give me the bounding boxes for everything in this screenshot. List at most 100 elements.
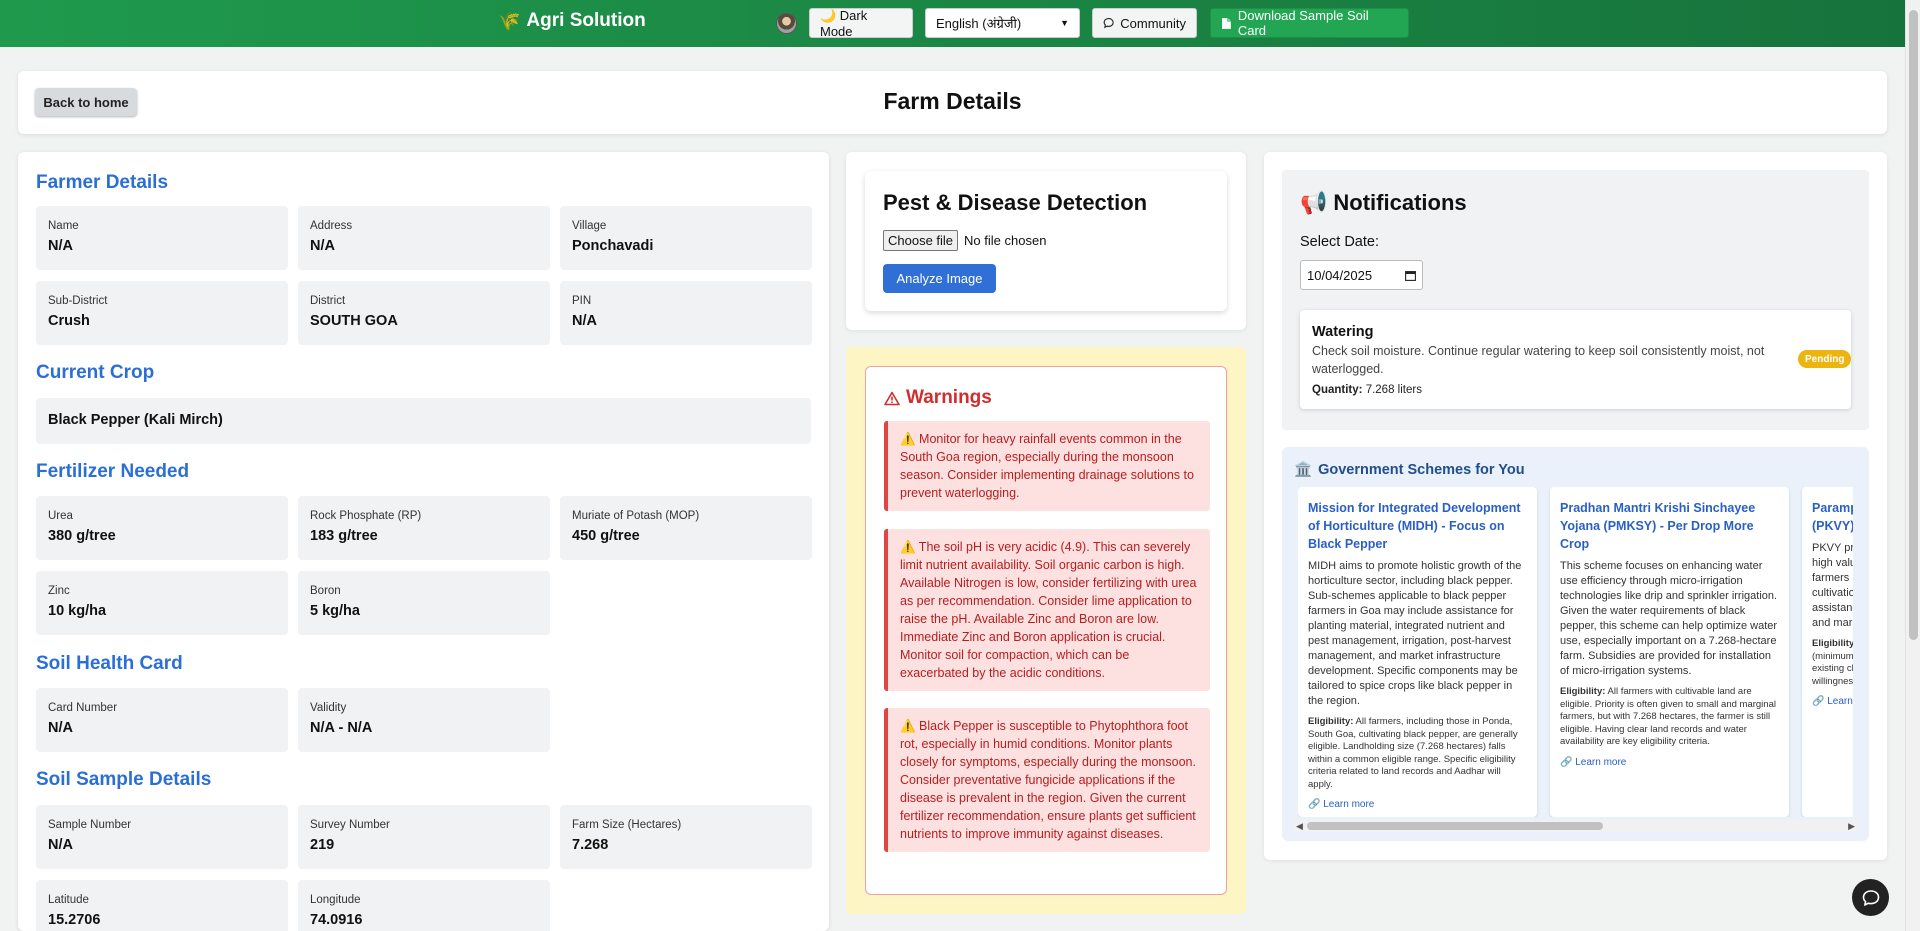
chat-bubble-icon bbox=[1103, 17, 1114, 29]
eligibility-label: Eligibility: bbox=[1308, 716, 1354, 727]
scheme-title: Paramparagat Krishi Vikas Yojana (PKVY) bbox=[1812, 501, 1853, 533]
task-title: Watering bbox=[1312, 324, 1374, 340]
language-value: English (अंग्रेजी) bbox=[936, 16, 1022, 31]
field-label: Longitude bbox=[310, 894, 361, 906]
brand[interactable]: 🌾 Agri Solution bbox=[498, 10, 646, 32]
field-validity: Validity N/A - N/A bbox=[298, 688, 550, 752]
field-zinc: Zinc 10 kg/ha bbox=[36, 571, 288, 635]
select-date-label: Select Date: bbox=[1300, 234, 1379, 250]
schemes-title: Government Schemes for You bbox=[1318, 461, 1525, 478]
scheme-card: Mission for Integrated Development of Ho… bbox=[1298, 487, 1537, 817]
field-value: N/A - N/A bbox=[310, 720, 373, 736]
megaphone-icon: 📢 bbox=[1300, 190, 1328, 215]
field-value: 10 kg/ha bbox=[48, 603, 107, 619]
vertical-scrollbar[interactable] bbox=[1905, 0, 1920, 931]
field-value: Crush bbox=[48, 313, 90, 329]
top-navbar: 🌾 Agri Solution 🌙 Dark Mode English (अंग… bbox=[0, 0, 1905, 47]
field-value: 219 bbox=[310, 837, 335, 853]
field-urea: Urea 380 g/tree bbox=[36, 496, 288, 560]
field-label: Latitude bbox=[48, 894, 89, 906]
warnings-panel: Warnings ⚠️ Monitor for heavy rainfall e… bbox=[846, 347, 1246, 914]
avatar[interactable] bbox=[776, 13, 797, 34]
warnings-card: Warnings ⚠️ Monitor for heavy rainfall e… bbox=[865, 366, 1227, 895]
scheme-description: MIDH aims to promote holistic growth of … bbox=[1308, 560, 1522, 707]
eligibility-label: Eligibility: bbox=[1560, 686, 1606, 697]
field-value: N/A bbox=[48, 837, 73, 853]
eligibility-text: All farmers, including those in Ponda, S… bbox=[1308, 716, 1518, 790]
field-sub-district: Sub-District Crush bbox=[36, 281, 288, 345]
field-value: N/A bbox=[48, 720, 73, 736]
community-button[interactable]: Community bbox=[1092, 8, 1197, 38]
choose-file-button[interactable]: Choose file bbox=[883, 230, 959, 251]
date-value: 10/04/2025 bbox=[1307, 267, 1373, 283]
chat-button[interactable] bbox=[1852, 879, 1889, 916]
field-address: Address N/A bbox=[298, 206, 550, 270]
scroll-left-icon[interactable]: ◀ bbox=[1296, 820, 1303, 832]
field-label: Name bbox=[48, 220, 79, 232]
dark-mode-button[interactable]: 🌙 Dark Mode bbox=[809, 8, 913, 39]
field-rock-phosphate: Rock Phosphate (RP) 183 g/tree bbox=[298, 496, 550, 560]
notification-task-card: Watering Check soil moisture. Continue r… bbox=[1300, 310, 1852, 409]
file-input[interactable]: Choose file No file chosen bbox=[883, 230, 1046, 251]
field-label: Survey Number bbox=[310, 819, 390, 831]
current-crop-value: Black Pepper (Kali Mirch) bbox=[48, 412, 223, 428]
field-value: N/A bbox=[48, 238, 73, 254]
learn-more-link[interactable]: 🔗 Learn more bbox=[1308, 799, 1527, 810]
scrollbar-thumb[interactable] bbox=[1307, 822, 1603, 830]
learn-more-link[interactable]: 🔗 Learn more bbox=[1560, 757, 1779, 768]
calendar-icon[interactable] bbox=[1405, 270, 1416, 281]
government-building-icon: 🏛️ bbox=[1294, 462, 1313, 478]
field-village: Village Ponchavadi bbox=[560, 206, 812, 270]
right-panel: 📢 Notifications Select Date: 10/04/2025 … bbox=[1264, 152, 1887, 860]
wheat-icon: 🌾 bbox=[498, 10, 521, 31]
download-label: Download Sample Soil Card bbox=[1237, 8, 1369, 38]
learn-more-link[interactable]: 🔗 Learn more bbox=[1812, 696, 1853, 707]
brand-name: Agri Solution bbox=[526, 10, 646, 31]
field-label: PIN bbox=[572, 295, 592, 307]
field-value: 15.2706 bbox=[48, 912, 101, 928]
notifications-panel: 📢 Notifications Select Date: 10/04/2025 … bbox=[1282, 170, 1869, 430]
scheme-card: Paramparagat Krishi Vikas Yojana (PKVY) … bbox=[1802, 487, 1853, 817]
field-district: District SOUTH GOA bbox=[298, 281, 550, 345]
language-select[interactable]: English (अंग्रेजी) ▼ bbox=[925, 8, 1080, 38]
notifications-title: Notifications bbox=[1333, 190, 1467, 215]
date-input[interactable]: 10/04/2025 bbox=[1300, 260, 1423, 290]
notifications-heading: 📢 Notifications bbox=[1300, 190, 1467, 216]
field-value: 74.0916 bbox=[310, 912, 363, 928]
schemes-carousel[interactable]: Mission for Integrated Development of Ho… bbox=[1298, 487, 1853, 817]
status-badge: Pending bbox=[1798, 350, 1852, 368]
community-label: Community bbox=[1120, 15, 1186, 31]
scrollbar-thumb[interactable] bbox=[1909, 10, 1918, 640]
field-longitude: Longitude 74.0916 bbox=[298, 880, 550, 931]
field-farm-size: Farm Size (Hectares) 7.268 bbox=[560, 805, 812, 869]
government-schemes-panel: 🏛️ Government Schemes for You Mission fo… bbox=[1282, 447, 1869, 841]
field-label: District bbox=[310, 295, 346, 307]
warning-item: ⚠️ The soil pH is very acidic (4.9). Thi… bbox=[884, 529, 1210, 691]
field-value: 380 g/tree bbox=[48, 528, 116, 544]
warning-item: ⚠️ Black Pepper is susceptible to Phytop… bbox=[884, 708, 1210, 852]
scheme-title: Mission for Integrated Development of Ho… bbox=[1308, 501, 1521, 551]
horizontal-scrollbar[interactable]: ◀ ▶ bbox=[1294, 820, 1857, 832]
field-boron: Boron 5 kg/ha bbox=[298, 571, 550, 635]
field-sample-number: Sample Number N/A bbox=[36, 805, 288, 869]
field-survey-number: Survey Number 219 bbox=[298, 805, 550, 869]
field-latitude: Latitude 15.2706 bbox=[36, 880, 288, 931]
field-label: Boron bbox=[310, 585, 341, 597]
field-label: Card Number bbox=[48, 702, 118, 714]
field-label: Address bbox=[310, 220, 353, 232]
farmer-details-title: Farmer Details bbox=[36, 172, 169, 193]
scroll-right-icon[interactable]: ▶ bbox=[1848, 820, 1855, 832]
field-label: Urea bbox=[48, 510, 73, 522]
download-soil-card-button[interactable]: Download Sample Soil Card bbox=[1210, 8, 1409, 38]
field-pin: PIN N/A bbox=[560, 281, 812, 345]
warnings-title: Warnings bbox=[906, 387, 992, 408]
field-value: 7.268 bbox=[572, 837, 609, 853]
chevron-down-icon: ▼ bbox=[1060, 18, 1069, 28]
analyze-image-button[interactable]: Analyze Image bbox=[883, 264, 996, 293]
scheme-card: Pradhan Mantri Krishi Sinchayee Yojana (… bbox=[1550, 487, 1789, 817]
field-value: 183 g/tree bbox=[310, 528, 378, 544]
field-value: N/A bbox=[572, 313, 597, 329]
farm-details-panel: Farmer Details Name N/A Address N/A Villag… bbox=[18, 152, 829, 931]
eligibility-label: Eligibility: bbox=[1812, 638, 1853, 649]
page-header: Back to home Farm Details bbox=[18, 71, 1887, 134]
